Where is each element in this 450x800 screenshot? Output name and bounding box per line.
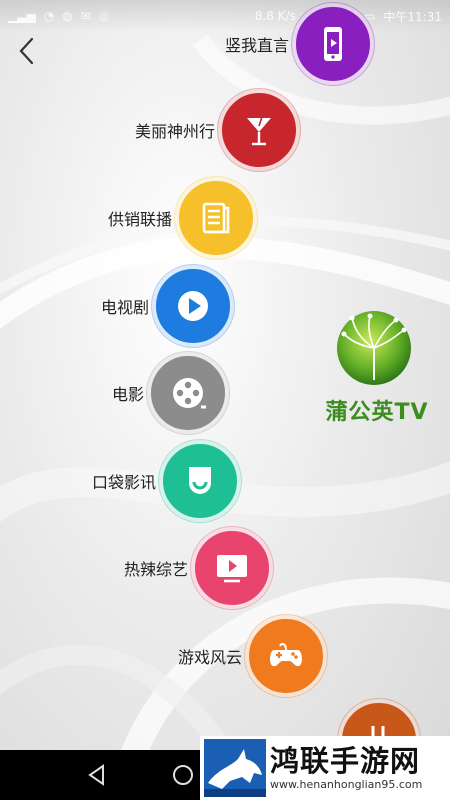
- pocket-icon[interactable]: [163, 444, 237, 518]
- notification-icon: ◔: [43, 9, 55, 23]
- play-icon[interactable]: [156, 269, 230, 343]
- document-icon[interactable]: [179, 181, 253, 255]
- menu-item-label[interactable]: 电影: [112, 381, 144, 405]
- watermark-logo-icon: [204, 739, 266, 797]
- menu-item-label[interactable]: 电视剧: [101, 294, 149, 318]
- mail-icon: ✉: [80, 9, 91, 23]
- menu-item-label[interactable]: 口袋影讯: [92, 469, 156, 493]
- back-arrow-icon[interactable]: [14, 36, 40, 66]
- network-speed: 8.8 K/s: [254, 9, 296, 23]
- qq-icon: ◍: [62, 9, 73, 23]
- menu-item-label[interactable]: 美丽神州行: [135, 118, 215, 142]
- status-notifications: ▁▃▅ ◔ ◍ ✉ ◎: [8, 9, 109, 23]
- wechat-icon: ◎: [98, 9, 110, 23]
- dandelion-icon: [337, 311, 411, 385]
- watermark-url: www.henanhonglian95.com: [270, 778, 423, 791]
- cocktail-icon[interactable]: [222, 93, 296, 167]
- signal-icon: ▁▃▅: [8, 9, 36, 23]
- menu-item-label[interactable]: 热辣综艺: [124, 556, 188, 580]
- tv-play-icon[interactable]: [195, 531, 269, 605]
- phone-play-icon[interactable]: [296, 7, 370, 81]
- clock: 中午11:31: [383, 9, 442, 24]
- watermark-title: 鸿联手游网: [270, 744, 421, 778]
- nav-back-icon[interactable]: [84, 762, 110, 788]
- site-watermark: 鸿联手游网 www.henanhonglian95.com: [200, 736, 450, 800]
- menu-item-label[interactable]: 游戏风云: [178, 644, 242, 668]
- menu-item-label[interactable]: 竖我直言: [225, 32, 289, 56]
- battery-icon: ▭: [364, 9, 376, 23]
- menu-item-label[interactable]: 供销联播: [108, 206, 172, 230]
- logo-text: 蒲公英TV: [325, 400, 429, 425]
- nav-home-icon[interactable]: [170, 762, 196, 788]
- film-reel-icon[interactable]: [151, 356, 225, 430]
- status-bar: ▁▃▅ ◔ ◍ ✉ ◎ 8.8 K/s ◠ ▂▄▆ ▭ 中午11:31: [0, 0, 450, 32]
- dandelion-tv-logo: 蒲公英TV: [318, 308, 436, 438]
- gamepad-icon[interactable]: [249, 619, 323, 693]
